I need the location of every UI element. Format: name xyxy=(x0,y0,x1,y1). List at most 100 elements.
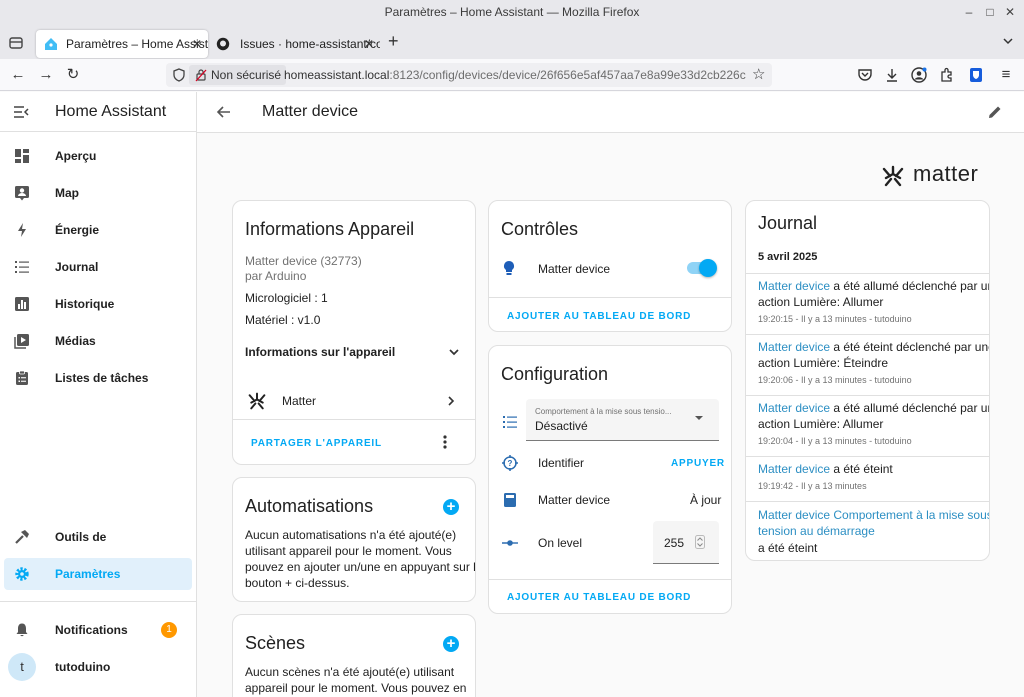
sidebar-item-medias[interactable]: Médias xyxy=(4,325,192,357)
scenes-empty-text-line: appareil pour le moment. Vous pouvez en xyxy=(245,681,467,695)
tab-label: Issues · home-assistant/core xyxy=(240,37,380,51)
close-icon[interactable]: ✕ xyxy=(1003,5,1017,19)
card-title: Configuration xyxy=(501,364,609,384)
device-model: Matter device (32773) xyxy=(245,254,362,268)
connection-insecure-badge[interactable]: Non sécurisé xyxy=(189,65,287,85)
tab-github-issues[interactable]: Issues · home-assistant/core ✕ xyxy=(210,30,380,58)
update-entity-label[interactable]: Matter device xyxy=(538,493,610,507)
identify-label: Identifier xyxy=(538,456,585,470)
url-text[interactable]: homeassistant.local:8123/config/devices/… xyxy=(284,63,746,87)
journal-entity-link[interactable]: tension au démarrage xyxy=(758,524,875,538)
window-title: Paramètres – Home Assistant — Mozilla Fi… xyxy=(384,5,640,19)
power-on-behavior-select[interactable]: Comportement à la mise sous tensio... Dé… xyxy=(526,399,719,441)
avatar: t xyxy=(8,653,36,681)
download-icon[interactable] xyxy=(882,65,902,85)
card-divider xyxy=(489,579,731,580)
more-vertical-icon[interactable] xyxy=(439,434,451,450)
clipboard-list-icon xyxy=(14,370,30,386)
shield-icon[interactable] xyxy=(172,68,186,82)
sidebar-header: Home Assistant xyxy=(0,92,196,132)
bookmark-star-icon[interactable]: ☆ xyxy=(752,67,768,83)
add-automation-button[interactable]: + xyxy=(443,499,459,515)
journal-entity-link[interactable]: Matter device xyxy=(758,401,830,415)
pencil-icon[interactable] xyxy=(987,104,1003,120)
journal-entry-text: action Lumière: Allumer xyxy=(758,417,884,431)
on-level-value: 255 xyxy=(664,536,685,550)
add-to-dashboard-button[interactable]: AJOUTER AU TABLEAU DE BORD xyxy=(507,311,691,322)
page-header: Matter device xyxy=(197,92,1024,133)
bitwarden-icon[interactable] xyxy=(966,65,986,85)
chevron-down-icon[interactable] xyxy=(1001,34,1015,48)
share-device-button[interactable]: PARTAGER L'APPAREIL xyxy=(251,438,382,449)
journal-entity-link[interactable]: Matter device Comportement à la mise sou… xyxy=(758,508,989,522)
sidebar-item-listes-de-taches[interactable]: Listes de tâches xyxy=(4,362,192,394)
forward-arrow-icon[interactable]: → xyxy=(36,65,56,85)
sidebar-item-map[interactable]: Map xyxy=(4,177,192,209)
url-path: :8123/config/devices/device/26f656e5af45… xyxy=(389,68,746,82)
url-bar[interactable]: Non sécurisé homeassistant.local:8123/co… xyxy=(166,63,772,87)
sidebar-item-journal[interactable]: Journal xyxy=(4,251,192,283)
add-to-dashboard-button[interactable]: AJOUTER AU TABLEAU DE BORD xyxy=(507,592,691,603)
card-title: Automatisations xyxy=(245,496,374,516)
security-label: Non sécurisé xyxy=(211,68,282,82)
add-scene-button[interactable]: + xyxy=(443,636,459,652)
tab-close-icon[interactable]: ✕ xyxy=(192,30,202,58)
sidebar-item-notifications[interactable]: Notifications 1 xyxy=(4,614,192,646)
sidebar-item-label: Notifications xyxy=(55,623,128,637)
device-info-expander[interactable]: Informations sur l'appareil xyxy=(233,336,475,366)
light-toggle-switch[interactable] xyxy=(687,259,717,277)
journal-entry-meta: 19:19:42 - Il y a 13 minutes xyxy=(758,481,867,491)
sidebar-item-label: Énergie xyxy=(55,223,100,237)
sidebar-item-user[interactable]: t tutoduino xyxy=(4,651,192,683)
tab-close-icon[interactable]: ✕ xyxy=(364,30,374,58)
update-state: À jour xyxy=(690,493,722,507)
bell-icon xyxy=(14,622,30,638)
journal-entry-text: a été allumé déclenché par une xyxy=(830,279,990,293)
sidebar-item-outils-de-developpement[interactable]: Outils de développement xyxy=(4,521,192,576)
lightbulb-icon[interactable] xyxy=(502,260,516,276)
sidebar-item-historique[interactable]: Historique xyxy=(4,288,192,320)
tab-home-assistant[interactable]: Paramètres – Home Assistant ✕ xyxy=(36,30,208,58)
journal-entity-link[interactable]: Matter device xyxy=(758,462,830,476)
tab-bar: Paramètres – Home Assistant ✕ Issues · h… xyxy=(0,27,1024,59)
window-titlebar: Paramètres – Home Assistant — Mozilla Fi… xyxy=(0,0,1024,27)
chevron-down-icon xyxy=(447,345,461,359)
identify-press-button[interactable]: APPUYER xyxy=(671,458,725,469)
reload-icon[interactable]: ↻ xyxy=(63,65,83,85)
lightning-bolt-icon xyxy=(14,222,30,238)
journal-entity-link[interactable]: Matter device xyxy=(758,340,830,354)
on-level-label: On level xyxy=(538,536,583,550)
entity-name[interactable]: Matter device xyxy=(538,262,610,276)
tab-list-icon[interactable] xyxy=(8,35,24,51)
controls-card: Contrôles Matter device AJOUTER AU TABLE… xyxy=(488,200,732,332)
sidebar-item-apercu[interactable]: Aperçu xyxy=(4,140,192,172)
menu-open-icon[interactable] xyxy=(13,104,29,120)
journal-entry-text: a été éteint xyxy=(830,462,893,476)
toggle-knob xyxy=(699,259,717,277)
maximize-icon[interactable]: □ xyxy=(983,5,997,19)
sidebar-item-parametres[interactable]: Paramètres xyxy=(4,558,192,590)
journal-entry-line: Matter device a été éteint xyxy=(758,462,893,476)
journal-entity-link[interactable]: Matter device xyxy=(758,279,830,293)
back-arrow-icon[interactable] xyxy=(216,104,232,120)
card-title: Journal xyxy=(758,213,818,233)
journal-entry-text: a été allumé déclenché par une xyxy=(830,401,990,415)
spinner-arrows-icon[interactable] xyxy=(695,535,705,549)
account-icon[interactable] xyxy=(909,65,929,85)
integration-row-matter[interactable]: Matter xyxy=(233,384,475,418)
pocket-icon[interactable] xyxy=(855,65,875,85)
crosshairs-question-icon: ? xyxy=(501,454,519,472)
scenes-empty-text-line: Aucun scènes n'a été ajouté(e) utilisant xyxy=(245,665,455,679)
journal-date: 5 avril 2025 xyxy=(758,251,818,263)
tab-label: Paramètres – Home Assistant xyxy=(66,37,208,51)
matter-logo: matter xyxy=(881,161,991,189)
new-tab-icon[interactable]: + xyxy=(388,31,404,51)
sidebar-item-energie[interactable]: Énergie xyxy=(4,214,192,246)
back-arrow-icon[interactable]: ← xyxy=(8,65,28,85)
device-firmware: Micrologiciel : 1 xyxy=(245,291,328,305)
menu-icon[interactable]: ≡ xyxy=(996,65,1016,85)
extensions-icon[interactable] xyxy=(937,65,957,85)
matter-logo-text: matter xyxy=(913,161,979,186)
minimize-icon[interactable]: – xyxy=(962,5,976,19)
on-level-number-input[interactable]: 255 xyxy=(653,521,719,564)
